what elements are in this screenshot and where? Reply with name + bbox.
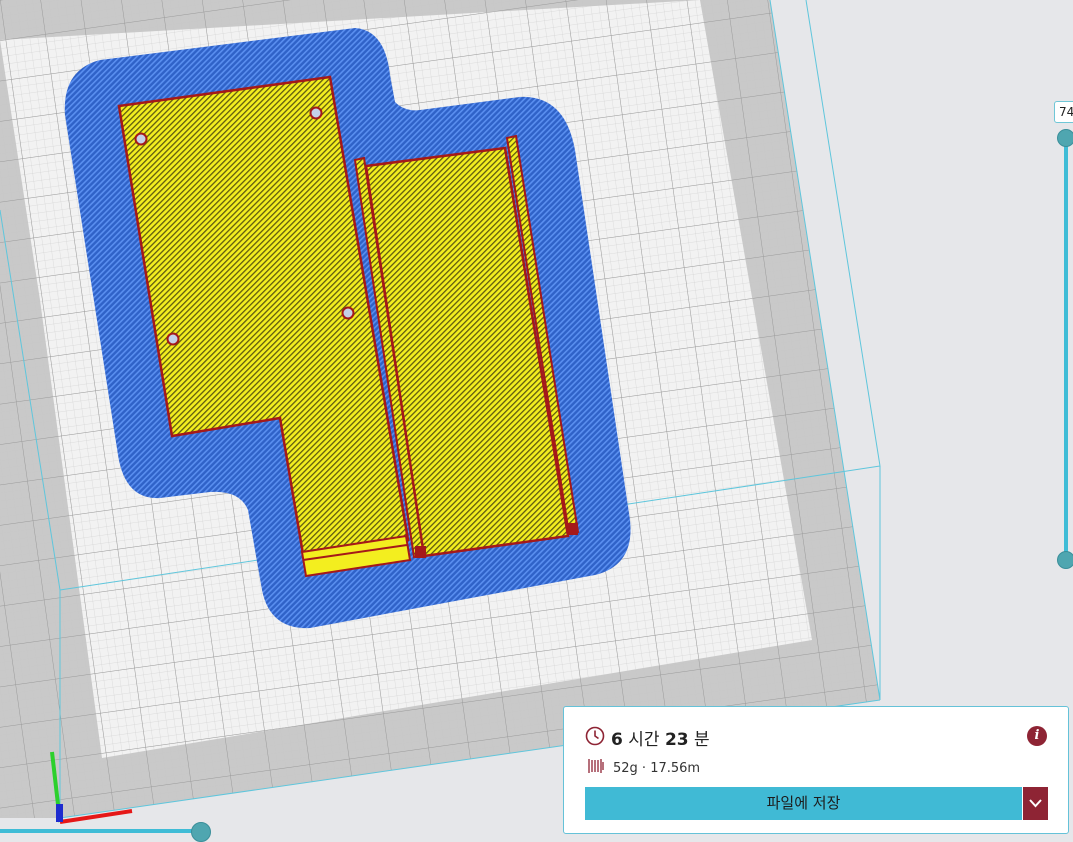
chevron-down-icon: [1029, 799, 1042, 808]
clock-icon: [585, 726, 605, 750]
save-options-dropdown[interactable]: [1023, 787, 1048, 820]
layer-slider-top-handle[interactable]: [1057, 129, 1073, 147]
print-time-hours: 6: [611, 730, 623, 750]
print-time: 6 시간 23 분: [611, 725, 710, 750]
layer-slider-track[interactable]: [1064, 136, 1068, 560]
simulation-slider-handle[interactable]: [191, 822, 211, 842]
print-time-minutes: 23: [664, 730, 689, 750]
spool-icon: [587, 757, 605, 779]
simulation-slider-track[interactable]: [0, 829, 200, 833]
print-time-hours-unit: 시간: [628, 730, 660, 750]
layer-number-label[interactable]: 74: [1054, 101, 1073, 123]
print-time-minutes-unit: 분: [694, 730, 710, 750]
save-to-file-button[interactable]: 파일에 저장: [585, 787, 1022, 820]
material-usage: 52g · 17.56m: [613, 760, 701, 776]
info-icon[interactable]: i: [1027, 726, 1047, 746]
print-time-row: 6 시간 23 분: [585, 725, 710, 750]
layer-slider-bottom-handle[interactable]: [1057, 551, 1073, 569]
output-panel: 6 시간 23 분 i 52g · 17.56m 파일에 저장: [563, 706, 1069, 834]
material-row: 52g · 17.56m: [587, 757, 700, 779]
